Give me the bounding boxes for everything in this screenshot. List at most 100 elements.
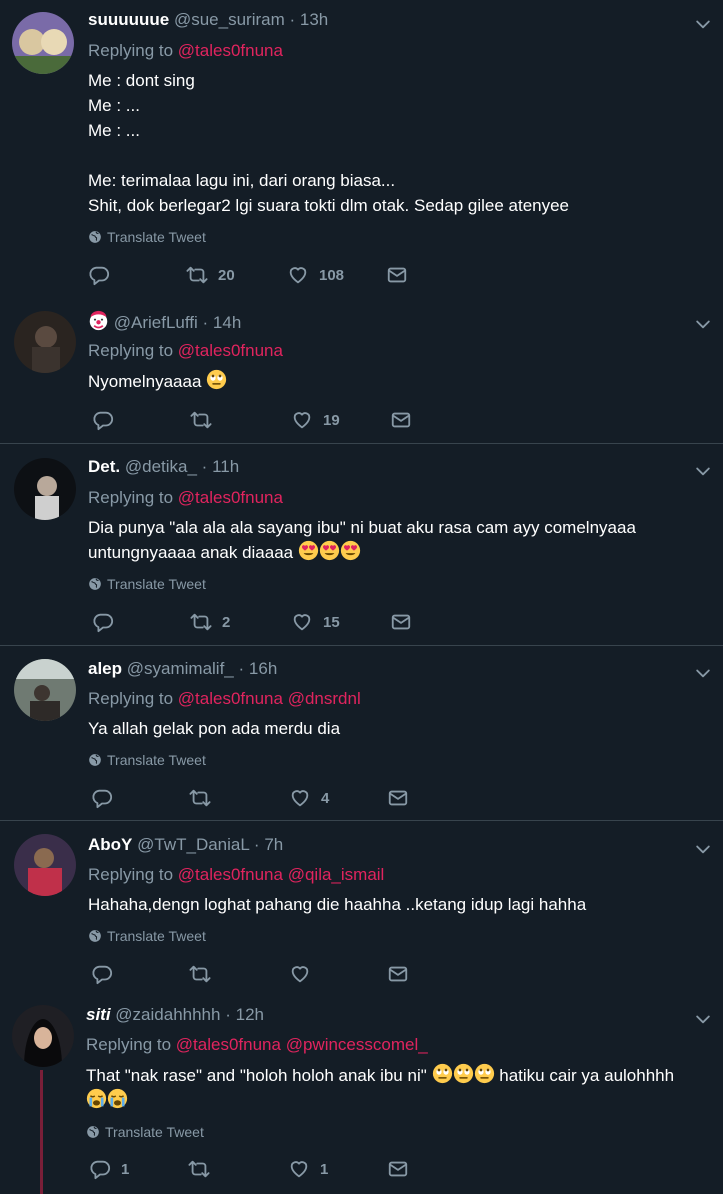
- tweet[interactable]: siti @zaidahhhhh · 12h Replying to @tale…: [0, 994, 723, 1194]
- direct-message-button[interactable]: [390, 611, 412, 633]
- translate-tweet[interactable]: Translate Tweet: [88, 752, 206, 768]
- author-name[interactable]: siti: [86, 1005, 111, 1024]
- mention-link[interactable]: @qila_ismail: [288, 865, 385, 884]
- chevron-down-icon[interactable]: [693, 663, 713, 683]
- avatar[interactable]: [12, 1005, 74, 1067]
- reply-icon: [91, 787, 113, 809]
- tweet-text: That "nak rase" and "holoh holoh anak ib…: [86, 1063, 710, 1113]
- mention-link[interactable]: @tales0fnuna: [178, 865, 283, 884]
- translate-tweet[interactable]: Translate Tweet: [88, 928, 206, 944]
- author-handle[interactable]: @syamimalif_: [127, 659, 234, 678]
- tweet[interactable]: AboY @TwT_DaniaL · 7h Replying to @tales…: [0, 821, 723, 994]
- reply-button[interactable]: 1: [89, 1158, 129, 1180]
- translate-label[interactable]: Translate Tweet: [107, 229, 206, 245]
- mention-link[interactable]: @tales0fnuna: [178, 488, 283, 507]
- reply-button[interactable]: [91, 963, 123, 985]
- tweet[interactable]: suuuuuue @sue_suriram · 13h Replying to …: [0, 0, 723, 297]
- author-handle[interactable]: @AriefLuffi: [114, 313, 198, 332]
- translate-tweet[interactable]: Translate Tweet: [88, 576, 206, 592]
- chevron-down-icon[interactable]: [693, 14, 713, 34]
- translate-tweet[interactable]: Translate Tweet: [88, 229, 206, 245]
- author-name[interactable]: suuuuuue: [88, 10, 169, 29]
- tweet-actions: 19: [88, 409, 418, 433]
- reply-button[interactable]: [92, 611, 124, 633]
- author-handle[interactable]: @sue_suriram: [174, 10, 285, 29]
- eye-roll-emoji-icon: [474, 1063, 495, 1084]
- tweet-time[interactable]: 7h: [264, 835, 283, 854]
- author-name[interactable]: AboY: [88, 835, 132, 854]
- author-handle[interactable]: @TwT_DaniaL: [137, 835, 249, 854]
- author-name[interactable]: alep: [88, 659, 122, 678]
- translate-label[interactable]: Translate Tweet: [105, 1124, 204, 1140]
- retweet-button[interactable]: [189, 963, 221, 985]
- direct-message-button[interactable]: [387, 963, 409, 985]
- retweet-icon: [188, 1158, 210, 1180]
- reply-button[interactable]: [92, 409, 124, 431]
- avatar[interactable]: [12, 12, 74, 74]
- tweet-time[interactable]: 13h: [300, 10, 328, 29]
- avatar[interactable]: [14, 659, 76, 721]
- chevron-down-icon[interactable]: [693, 461, 713, 481]
- retweet-button[interactable]: [188, 1158, 220, 1180]
- direct-message-button[interactable]: [387, 1158, 409, 1180]
- chevron-down-icon[interactable]: [693, 1009, 713, 1029]
- tweet-line: Me : ...: [88, 121, 140, 140]
- retweet-button[interactable]: [189, 787, 221, 809]
- reply-count: 1: [121, 1160, 130, 1178]
- envelope-icon: [387, 787, 409, 809]
- replying-to: Replying to @tales0fnuna: [88, 41, 283, 61]
- author-name[interactable]: Det.: [88, 457, 120, 476]
- retweet-icon: [186, 264, 208, 286]
- like-count: 15: [323, 613, 340, 631]
- tweet-time[interactable]: 11h: [212, 457, 239, 476]
- mention-link[interactable]: @dnsrdnl: [288, 689, 361, 708]
- direct-message-button[interactable]: [387, 787, 409, 809]
- chevron-down-icon[interactable]: [693, 314, 713, 334]
- retweet-button[interactable]: [190, 409, 222, 431]
- chevron-down-icon[interactable]: [693, 839, 713, 859]
- tweet-actions: 4: [88, 787, 418, 811]
- like-button[interactable]: 4: [289, 787, 329, 809]
- tweet-time[interactable]: 16h: [249, 659, 277, 678]
- tweet-actions: [88, 963, 418, 987]
- globe-icon: [88, 753, 102, 767]
- mention-link[interactable]: @tales0fnuna: [178, 41, 283, 60]
- mention-link[interactable]: @pwincesscomel_: [286, 1035, 428, 1054]
- reply-button[interactable]: [91, 787, 123, 809]
- tweet[interactable]: @AriefLuffi · 14h Replying to @tales0fnu…: [0, 297, 723, 443]
- avatar[interactable]: [14, 311, 76, 373]
- mention-link[interactable]: @tales0fnuna: [178, 689, 283, 708]
- tweet[interactable]: alep @syamimalif_ · 16h Replying to @tal…: [0, 646, 723, 820]
- retweet-button[interactable]: 20: [186, 264, 235, 286]
- tweet[interactable]: Det. @detika_ · 11h Replying to @tales0f…: [0, 444, 723, 645]
- like-button[interactable]: 108: [287, 264, 344, 286]
- direct-message-button[interactable]: [386, 264, 408, 286]
- tweet-actions: 2 15: [88, 611, 418, 635]
- separator-dot: ·: [238, 659, 245, 678]
- reply-button[interactable]: [88, 264, 120, 286]
- translate-label[interactable]: Translate Tweet: [107, 752, 206, 768]
- mention-link[interactable]: @tales0fnuna: [178, 341, 283, 360]
- like-button[interactable]: 19: [291, 409, 340, 431]
- like-button[interactable]: 15: [291, 611, 340, 633]
- like-button[interactable]: 1: [288, 1158, 328, 1180]
- replying-label: Replying to: [88, 689, 174, 708]
- author-handle[interactable]: @zaidahhhhh: [115, 1005, 220, 1024]
- tweet-line: Me : dont sing: [88, 71, 195, 90]
- translate-label[interactable]: Translate Tweet: [107, 576, 206, 592]
- mention-link[interactable]: @tales0fnuna: [176, 1035, 281, 1054]
- like-button[interactable]: [289, 963, 321, 985]
- translate-tweet[interactable]: Translate Tweet: [86, 1124, 204, 1140]
- translate-label[interactable]: Translate Tweet: [107, 928, 206, 944]
- avatar[interactable]: [14, 834, 76, 896]
- replying-to: Replying to @tales0fnuna: [88, 341, 283, 361]
- tweet-time[interactable]: 12h: [236, 1005, 264, 1024]
- tweet-time[interactable]: 14h: [213, 313, 241, 332]
- replying-label: Replying to: [86, 1035, 172, 1054]
- avatar[interactable]: [14, 458, 76, 520]
- direct-message-button[interactable]: [390, 409, 412, 431]
- retweet-icon: [190, 611, 212, 633]
- author-handle[interactable]: @detika_: [125, 457, 197, 476]
- retweet-button[interactable]: 2: [190, 611, 230, 633]
- tweet-text: Dia punya "ala ala ala sayang ibu" ni bu…: [88, 515, 708, 565]
